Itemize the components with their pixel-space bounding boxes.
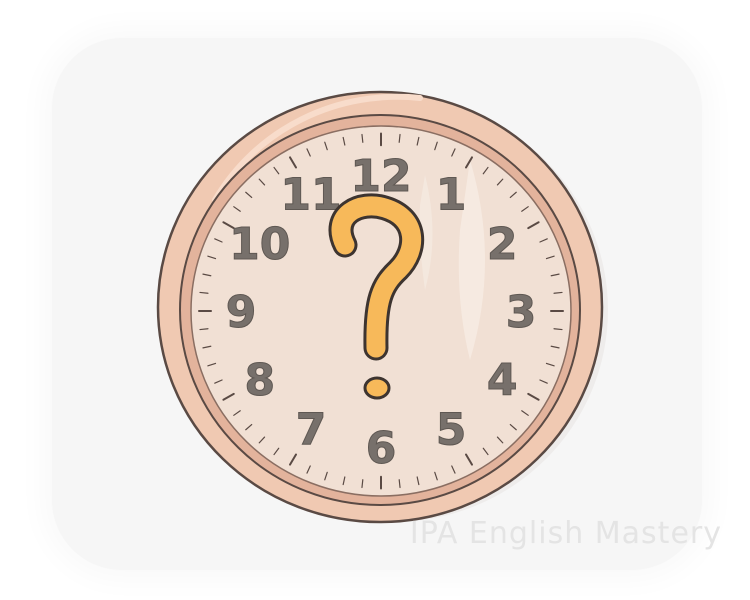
clock-numeral-7: 7 — [296, 405, 327, 456]
minute-tick — [398, 133, 401, 143]
minute-tick — [398, 479, 401, 489]
clock-numeral-4: 4 — [487, 355, 518, 406]
illustration-stage: 12 1 2 3 4 5 6 7 8 9 10 11 IPA English Mastery — [0, 0, 750, 600]
clock-numeral-2: 2 — [487, 219, 518, 270]
minute-tick — [553, 328, 563, 331]
wall-clock-illustration: 12 1234567891011 — [156, 90, 608, 524]
clock-numeral-9: 9 — [226, 287, 257, 338]
minute-tick — [361, 133, 364, 143]
clock-numeral-11: 11 — [280, 169, 341, 220]
minute-tick — [553, 291, 563, 294]
minute-tick — [361, 479, 364, 489]
clock-numeral-8: 8 — [244, 355, 275, 406]
clock-numeral-3: 3 — [506, 287, 537, 338]
clock-numeral-1: 1 — [436, 169, 467, 220]
clock-numeral-10: 10 — [229, 219, 290, 270]
watermark-text: IPA English Mastery — [409, 516, 722, 551]
clock-numeral-5: 5 — [436, 405, 467, 456]
clock-numeral-6: 6 — [366, 423, 397, 474]
minute-tick — [199, 291, 209, 294]
minute-tick — [199, 328, 209, 331]
